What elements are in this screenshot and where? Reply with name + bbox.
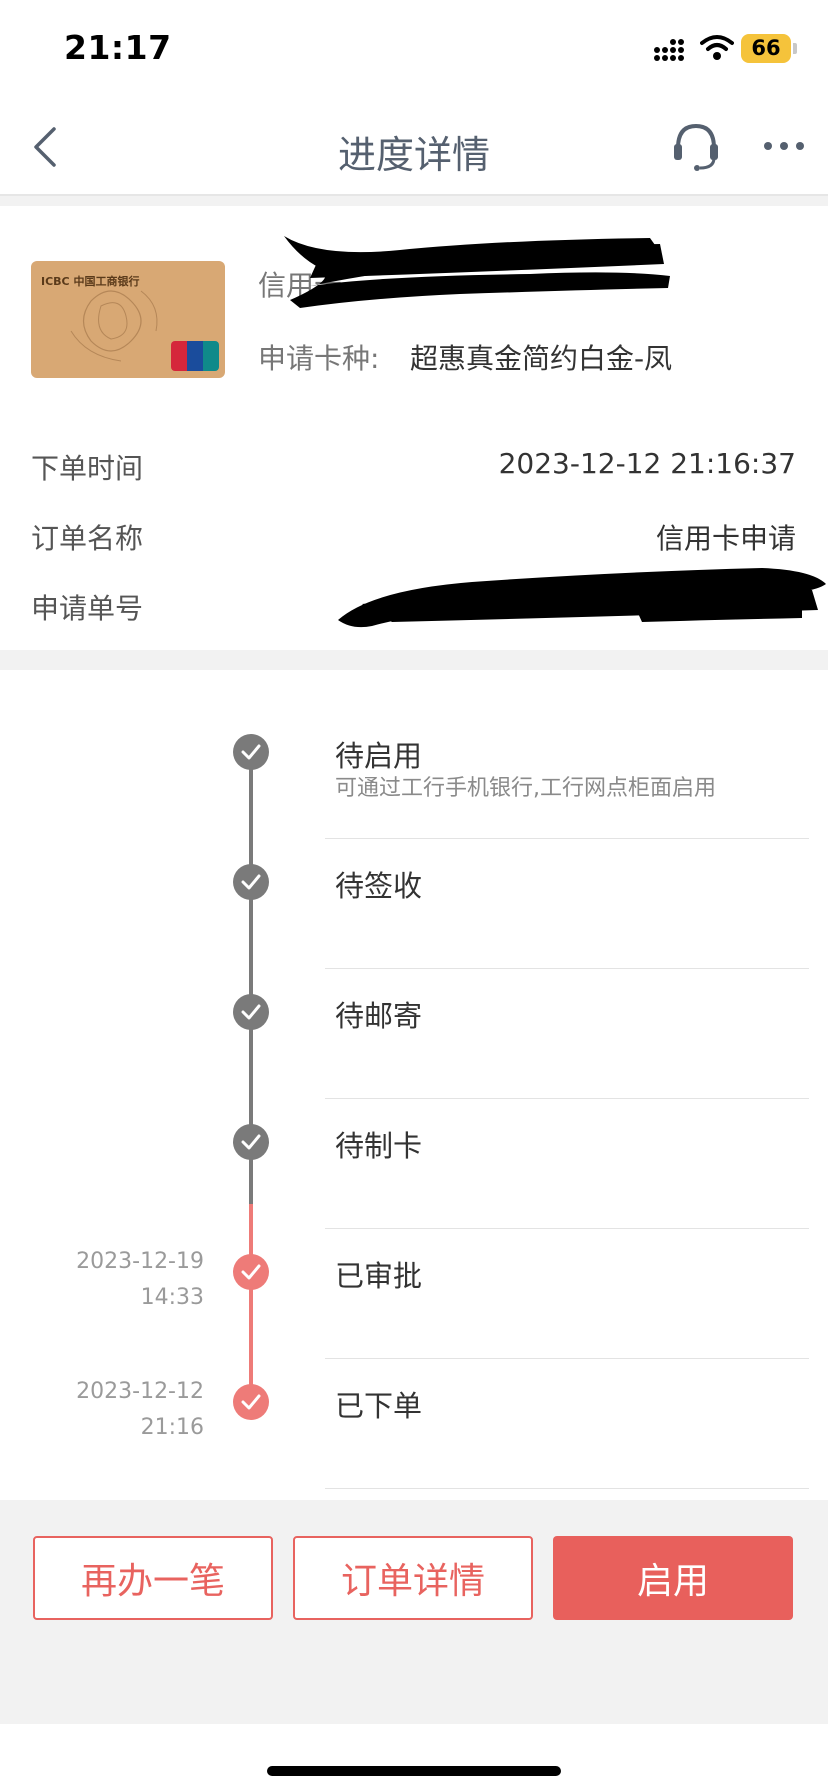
card-type-label: 申请卡种: xyxy=(258,342,380,375)
order-name-label: 订单名称 xyxy=(31,522,144,555)
timeline-step-title: 已审批 xyxy=(335,1259,423,1293)
card-brand-text: ICBC 中国工商银行 xyxy=(41,275,140,288)
activate-button[interactable]: 启用 xyxy=(553,1536,793,1620)
section-gap xyxy=(0,196,828,206)
timeline-step-title: 待邮寄 xyxy=(335,999,423,1033)
order-detail-button[interactable]: 订单详情 xyxy=(293,1536,533,1620)
section-gap xyxy=(0,650,828,670)
timeline-divider xyxy=(325,968,809,969)
more-icon[interactable] xyxy=(762,136,806,156)
timeline-step-title: 待签收 xyxy=(335,869,423,903)
timeline-line-done xyxy=(249,1204,253,1402)
order-time-label: 下单时间 xyxy=(31,452,144,485)
status-time: 21:17 xyxy=(64,28,172,67)
timeline-divider xyxy=(325,1228,809,1229)
card-title-label: 信用卡 xyxy=(258,269,343,302)
order-number-label: 申请单号 xyxy=(31,592,144,625)
timeline-step-title: 待制卡 xyxy=(335,1129,423,1163)
redaction-scribble xyxy=(338,568,826,628)
timeline-step-title: 待启用 xyxy=(335,739,423,773)
apply-again-button[interactable]: 再办一笔 xyxy=(33,1536,273,1620)
customer-service-icon[interactable] xyxy=(670,120,722,172)
timeline-check-icon xyxy=(233,1124,269,1160)
timeline-check-icon xyxy=(233,1384,269,1420)
timeline-check-icon xyxy=(233,1254,269,1290)
cellular-signal-icon xyxy=(654,39,684,61)
home-indicator[interactable] xyxy=(267,1766,561,1776)
timeline-check-icon xyxy=(233,734,269,770)
timeline-step-time: 14:33 xyxy=(140,1285,204,1310)
unionpay-logo-icon xyxy=(171,341,219,371)
wifi-icon xyxy=(700,35,734,60)
timeline-step-title: 已下单 xyxy=(335,1389,423,1423)
timeline-check-icon xyxy=(233,994,269,1030)
timeline-step-date: 2023-12-19 xyxy=(76,1249,204,1274)
battery-level: 66 xyxy=(751,36,781,60)
battery-cap xyxy=(793,43,797,54)
timeline-divider xyxy=(325,1098,809,1099)
timeline-step-subtitle: 可通过工行手机银行,工行网点柜面启用 xyxy=(335,776,716,801)
timeline-divider xyxy=(325,1358,809,1359)
card-type-value: 超惠真金简约白金-凤 xyxy=(410,342,673,375)
timeline-check-icon xyxy=(233,864,269,900)
timeline-step-time: 21:16 xyxy=(140,1415,204,1440)
order-name-value: 信用卡申请 xyxy=(655,522,796,555)
credit-card-image: ICBC 中国工商银行 xyxy=(31,261,225,378)
home-area xyxy=(0,1724,828,1792)
timeline-divider xyxy=(325,1488,809,1489)
timeline-step-date: 2023-12-12 xyxy=(76,1379,204,1404)
order-time-value: 2023-12-12 21:16:37 xyxy=(498,447,796,480)
timeline-divider xyxy=(325,838,809,839)
